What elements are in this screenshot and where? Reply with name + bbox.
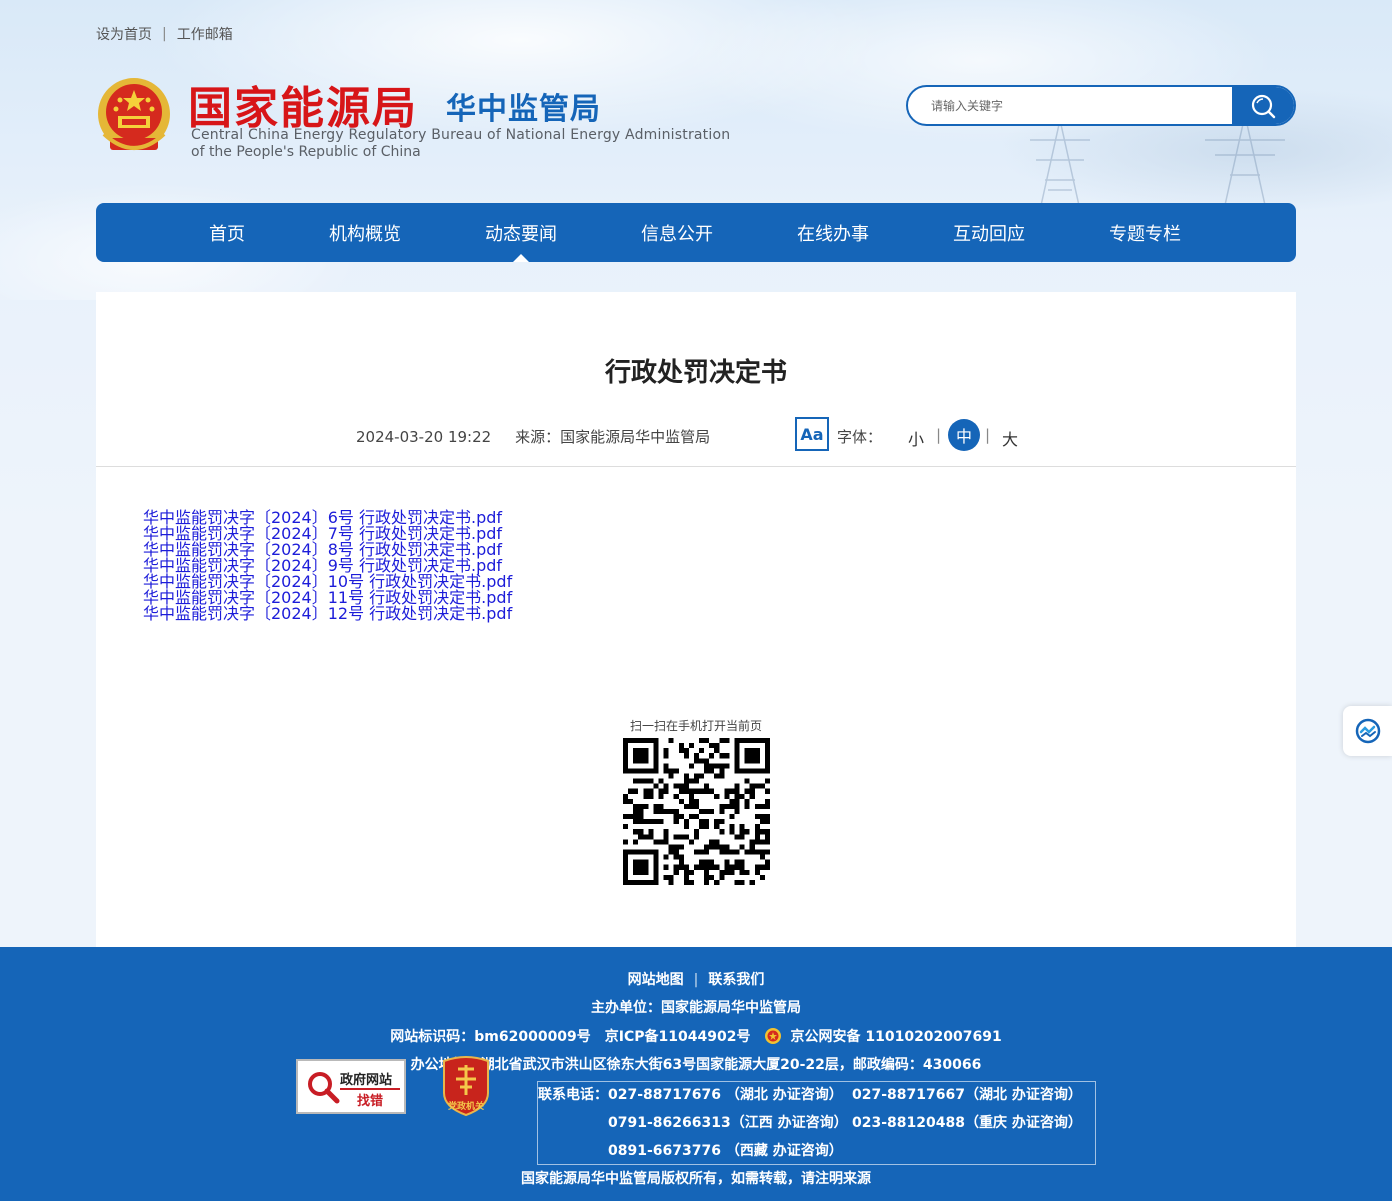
pylon-decoration-2 — [1205, 115, 1285, 205]
article-meta: 2024-03-20 19:22 来源：国家能源局华中监管局 — [356, 426, 710, 447]
attachment-link[interactable]: 华中监能罚决字〔2024〕12号 行政处罚决定书.pdf — [143, 606, 512, 622]
logo-english-line1: Central China Energy Regulatory Bureau o… — [191, 127, 731, 143]
phone-item: 0791-86266313（江西 办证咨询） — [608, 1115, 848, 1131]
article-date: 2024-03-20 19:22 — [356, 427, 492, 446]
footer: 网站地图 | 联系我们 主办单位：国家能源局华中监管局 网站标识码：bm620000… — [0, 947, 1392, 1201]
police-emblem-icon — [765, 1028, 782, 1044]
sitemap-link[interactable]: 网站地图 — [628, 972, 684, 988]
top-links-separator: | — [162, 26, 167, 42]
article-card: 行政处罚决定书 2024-03-20 19:22 来源：国家能源局华中监管局 A… — [96, 292, 1296, 947]
phone-item: 027-88717667（湖北 办证咨询） — [852, 1087, 1082, 1103]
nav-item-special-topics[interactable]: 专题专栏 — [1068, 203, 1222, 262]
magnifier-icon — [308, 1072, 340, 1104]
national-emblem-icon[interactable] — [96, 76, 172, 158]
font-separator: | — [985, 426, 991, 444]
main-nav: 首页 机构概览 动态要闻 信息公开 在线办事 互动回应 专题专栏 — [96, 203, 1296, 262]
phone-item: 023-88120488（重庆 办证咨询） — [852, 1115, 1082, 1131]
phone-item: 027-88717676 （湖北 办证咨询） — [608, 1087, 843, 1103]
footer-host: 主办单位：国家能源局华中监管局 — [591, 1000, 801, 1016]
site-id: 网站标识码：bm62000009号 — [390, 1029, 591, 1045]
search-input[interactable] — [908, 87, 1232, 124]
nav-item-news[interactable]: 动态要闻 — [444, 203, 598, 262]
nav-item-overview[interactable]: 机构概览 — [286, 203, 444, 262]
search-box — [906, 85, 1296, 126]
nav-item-interaction[interactable]: 互动回应 — [910, 203, 1068, 262]
article-source: 来源：国家能源局华中监管局 — [515, 428, 711, 446]
badge-party-text: 党政机关 — [447, 1102, 484, 1112]
footer-links: 网站地图 | 联系我们 — [0, 969, 1392, 989]
search-icon — [1251, 94, 1276, 118]
contact-box: 联系电话： 027-88717676 （湖北 办证咨询） 027-8871766… — [537, 1081, 1096, 1165]
font-size-icon: Aa — [795, 417, 829, 451]
set-homepage-link[interactable]: 设为首页 — [96, 24, 152, 44]
font-size-label: 字体： — [837, 428, 883, 446]
font-separator: | — [936, 426, 942, 444]
contact-label: 联系电话： — [538, 1087, 608, 1103]
nav-item-disclosure[interactable]: 信息公开 — [598, 203, 756, 262]
phone-item: 0891-6673776 （西藏 办证咨询） — [608, 1143, 843, 1159]
logo-subtitle: 华中监管局 — [446, 92, 601, 127]
footer-registration: 网站标识码：bm62000009号 京ICP备11044902号 京公网安备 1… — [0, 1026, 1392, 1046]
float-service-button[interactable] — [1343, 706, 1392, 756]
footer-separator: | — [693, 972, 699, 988]
search-button[interactable] — [1232, 87, 1294, 124]
work-email-link[interactable]: 工作邮箱 — [177, 24, 233, 44]
footer-address: 办公地址：湖北省武汉市洪山区徐东大街63号国家能源大厦20-22层，邮政编码：4… — [410, 1057, 982, 1073]
nav-item-home[interactable]: 首页 — [168, 203, 286, 262]
badge-gov-line1: 政府网站 — [340, 1073, 393, 1088]
font-medium-button[interactable]: 中 — [948, 419, 980, 451]
font-small-button[interactable]: 小 — [908, 426, 924, 450]
gov-site-error-badge[interactable]: 政府网站 找错 — [296, 1059, 406, 1114]
footer-copyright: 国家能源局华中监管局版权所有，如需转载，请注明来源 — [521, 1171, 871, 1187]
top-links: 设为首页 | 工作邮箱 — [96, 24, 233, 44]
police-record-link[interactable]: 京公网安备 11010202007691 — [790, 1026, 1001, 1046]
nav-item-online-service[interactable]: 在线办事 — [756, 203, 910, 262]
contact-us-link[interactable]: 联系我们 — [708, 972, 764, 988]
pylon-decoration — [1030, 120, 1090, 210]
meta-divider — [96, 466, 1296, 467]
float-service-icon — [1355, 718, 1380, 744]
attachment-list: 华中监能罚决字〔2024〕6号 行政处罚决定书.pdf 华中监能罚决字〔2024… — [143, 510, 512, 622]
badge-gov-line2: 找错 — [340, 1088, 400, 1109]
icp-link[interactable]: 京ICP备11044902号 — [605, 1026, 751, 1046]
qr-code — [623, 738, 770, 885]
article-title: 行政处罚决定书 — [604, 358, 787, 388]
qr-label: 扫一扫在手机打开当前页 — [629, 719, 762, 733]
font-large-button[interactable]: 大 — [1002, 426, 1018, 450]
party-gov-badge[interactable]: 党政机关 — [440, 1055, 492, 1117]
logo-english-line2: of the People's Republic of China — [191, 144, 421, 160]
